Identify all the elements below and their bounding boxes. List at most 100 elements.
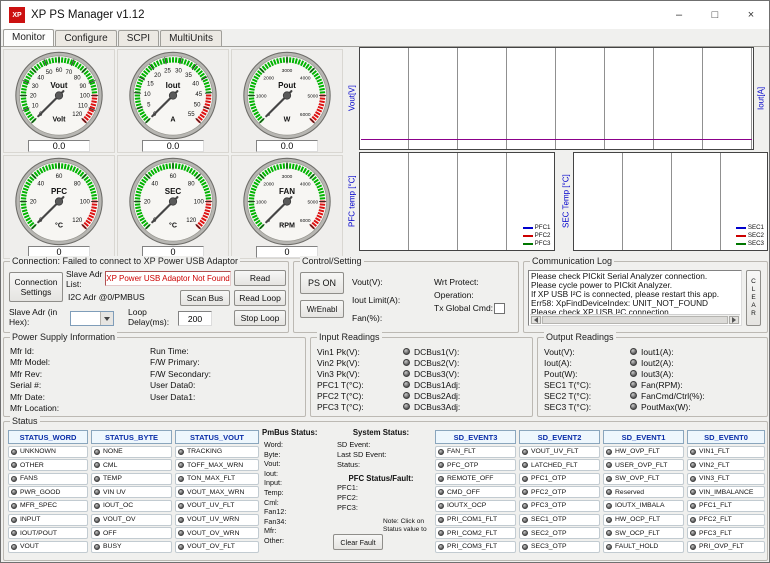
tab-multiunits[interactable]: MultiUnits bbox=[160, 30, 222, 46]
stop-loop-button[interactable]: Stop Loop bbox=[234, 310, 286, 326]
status-item-vout-uv-flt[interactable]: VOUT_UV_FLT bbox=[175, 500, 259, 512]
reading-row: Vin2 Pk(V):DCBus2(V): bbox=[313, 357, 530, 368]
status-item-temp[interactable]: TEMP bbox=[91, 473, 172, 485]
slave-adr-select[interactable] bbox=[70, 311, 114, 326]
status-item-iout-oc[interactable]: IOUT_OC bbox=[91, 500, 172, 512]
titlebar: XP XP PS Manager v1.12 – □ × bbox=[1, 1, 769, 29]
status-item-pri-com2-flt[interactable]: PRI_COM2_FLT bbox=[435, 527, 516, 539]
status-item-mfr-spec[interactable]: MFR_SPEC bbox=[8, 500, 88, 512]
status-item-vout-ov[interactable]: VOUT_OV bbox=[91, 514, 172, 526]
sd-event3-column: SD_EVENT3 FAN_FLTPFC_OTP REMOTE_OFFCMD_OFF… bbox=[435, 430, 516, 553]
status-item-iout-pout[interactable]: IOUT/POUT bbox=[8, 527, 88, 539]
status-item-pri-ovp-flt[interactable]: PRI_OVP_FLT bbox=[687, 541, 765, 553]
status-item-unknown[interactable]: UNKNOWN bbox=[8, 446, 88, 458]
status-item-vin1-flt[interactable]: VIN1_FLT bbox=[687, 446, 765, 458]
status-item-vout-max-wrn[interactable]: VOUT_MAX_WRN bbox=[175, 486, 259, 498]
status-item-ioutx-imbala[interactable]: IOUTX_IMBALA bbox=[603, 500, 684, 512]
status-item-cml[interactable]: CML bbox=[91, 459, 172, 471]
status-item-remote-off[interactable]: REMOTE_OFF bbox=[435, 473, 516, 485]
scroll-left-icon[interactable] bbox=[531, 316, 541, 324]
status-item-fans[interactable]: FANS bbox=[8, 473, 88, 485]
status-led bbox=[178, 489, 184, 495]
status-header-sd-event2[interactable]: SD_EVENT2 bbox=[519, 430, 600, 444]
write-enable-button[interactable]: WrEnabl bbox=[300, 300, 344, 318]
tab-configure[interactable]: Configure bbox=[55, 30, 116, 46]
status-item-vout-uv-flt[interactable]: VOUT_UV_FLT bbox=[519, 446, 600, 458]
status-header-sd-event3[interactable]: SD_EVENT3 bbox=[435, 430, 516, 444]
status-led bbox=[522, 517, 528, 523]
tab-monitor[interactable]: Monitor bbox=[3, 29, 54, 46]
status-header-status-vout[interactable]: STATUS_VOUT bbox=[175, 430, 259, 444]
status-item-vin-uv[interactable]: VIN UV bbox=[91, 486, 172, 498]
status-item-input[interactable]: INPUT bbox=[8, 514, 88, 526]
status-item-other[interactable]: OTHER bbox=[8, 459, 88, 471]
status-item-vin3-flt[interactable]: VIN3_FLT bbox=[687, 473, 765, 485]
gauge-dial-pfc: 020406080100120PFC°C bbox=[14, 157, 104, 246]
status-header-status-byte[interactable]: STATUS_BYTE bbox=[91, 430, 172, 444]
close-button[interactable]: × bbox=[733, 1, 769, 29]
clear-fault-button[interactable]: Clear Fault bbox=[333, 534, 383, 550]
minimize-button[interactable]: – bbox=[661, 1, 697, 29]
status-item-tracking[interactable]: TRACKING bbox=[175, 446, 259, 458]
scan-bus-button[interactable]: Scan Bus bbox=[180, 290, 230, 306]
svg-text:°C: °C bbox=[55, 221, 63, 229]
status-item-vout-ov-flt[interactable]: VOUT_OV_FLT bbox=[175, 541, 259, 553]
read-button[interactable]: Read bbox=[234, 270, 286, 286]
status-item-toff-max-wrn[interactable]: TOFF_MAX_WRN bbox=[175, 459, 259, 471]
status-item-hw-ovp-flt[interactable]: HW_OVP_FLT bbox=[603, 446, 684, 458]
status-item-pri-com1-flt[interactable]: PRI_COM1_FLT bbox=[435, 514, 516, 526]
status-item-user-ovp-flt[interactable]: USER_OVP_FLT bbox=[603, 459, 684, 471]
scroll-right-icon[interactable] bbox=[729, 316, 739, 324]
status-item-label: LATCHED_FLT bbox=[531, 462, 578, 469]
status-item-ton-max-flt[interactable]: TON_MAX_FLT bbox=[175, 473, 259, 485]
status-item-pfc3-flt[interactable]: PFC3_FLT bbox=[687, 527, 765, 539]
status-item-pfc-otp[interactable]: PFC_OTP bbox=[435, 459, 516, 471]
status-item-sw-ocp-flt[interactable]: SW_OCP_FLT bbox=[603, 527, 684, 539]
status-header-sd-event1[interactable]: SD_EVENT1 bbox=[603, 430, 684, 444]
status-item-ioutx-ocp[interactable]: IOUTX_OCP bbox=[435, 500, 516, 512]
tx-global-checkbox[interactable] bbox=[494, 303, 505, 314]
status-item-pfc3-otp[interactable]: PFC3_OTP bbox=[519, 500, 600, 512]
ps-on-button[interactable]: PS ON bbox=[300, 272, 344, 294]
status-item-fault-hold[interactable]: FAULT_HOLD bbox=[603, 541, 684, 553]
status-item-vin2-flt[interactable]: VIN2_FLT bbox=[687, 459, 765, 471]
sd-event0-column: SD_EVENT0 VIN1_FLTVIN2_FLT VIN3_FLTVIN_IMB… bbox=[687, 430, 765, 553]
app-icon: XP bbox=[9, 7, 25, 23]
scroll-thumb[interactable] bbox=[542, 316, 728, 324]
status-item-sec2-otp[interactable]: SEC2_OTP bbox=[519, 527, 600, 539]
status-header-sd-event0[interactable]: SD_EVENT0 bbox=[687, 430, 765, 444]
status-item-sec3-otp[interactable]: SEC3_OTP bbox=[519, 541, 600, 553]
status-item-hw-ocp-flt[interactable]: HW_OCP_FLT bbox=[603, 514, 684, 526]
status-item-pfc1-flt[interactable]: PFC1_FLT bbox=[687, 500, 765, 512]
read-loop-button[interactable]: Read Loop bbox=[234, 290, 286, 306]
status-item-sw-ovp-flt[interactable]: SW_OVP_FLT bbox=[603, 473, 684, 485]
status-item-pwr-good[interactable]: PWR_GOOD bbox=[8, 486, 88, 498]
status-item-pfc2-flt[interactable]: PFC2_FLT bbox=[687, 514, 765, 526]
status-led bbox=[606, 476, 612, 482]
status-item-sec1-otp[interactable]: SEC1_OTP bbox=[519, 514, 600, 526]
log-scrollbar[interactable] bbox=[530, 314, 740, 324]
status-header-status-word[interactable]: STATUS_WORD bbox=[8, 430, 88, 444]
status-item-busy[interactable]: BUSY bbox=[91, 541, 172, 553]
status-item-vout-ov-wrn[interactable]: VOUT_OV_WRN bbox=[175, 527, 259, 539]
status-item-none[interactable]: NONE bbox=[91, 446, 172, 458]
status-item-vin-imbalance[interactable]: VIN_IMBALANCE bbox=[687, 486, 765, 498]
status-item-fan-flt[interactable]: FAN_FLT bbox=[435, 446, 516, 458]
status-item-off[interactable]: OFF bbox=[91, 527, 172, 539]
tab-scpi[interactable]: SCPI bbox=[118, 30, 159, 46]
status-led bbox=[606, 517, 612, 523]
status-item-vout[interactable]: VOUT bbox=[8, 541, 88, 553]
sd-event2-column: SD_EVENT2VOUT_UV_FLTLATCHED_FLTPFC1_OTPP… bbox=[519, 430, 600, 553]
status-item-vout-uv-wrn[interactable]: VOUT_UV_WRN bbox=[175, 514, 259, 526]
status-item-reserved[interactable]: Reserved bbox=[603, 486, 684, 498]
maximize-button[interactable]: □ bbox=[697, 1, 733, 29]
loop-delay-input[interactable]: 200 bbox=[178, 311, 212, 326]
connection-settings-button[interactable]: Connection Settings bbox=[9, 272, 63, 302]
status-item-latched-flt[interactable]: LATCHED_FLT bbox=[519, 459, 600, 471]
communication-log[interactable]: Please check PICkit Serial Analyzer conn… bbox=[528, 270, 742, 326]
status-item-pfc1-otp[interactable]: PFC1_OTP bbox=[519, 473, 600, 485]
status-item-pri-com3-flt[interactable]: PRI_COM3_FLT bbox=[435, 541, 516, 553]
clear-log-button[interactable]: CLEAR bbox=[746, 270, 761, 326]
status-item-pfc2-otp[interactable]: PFC2_OTP bbox=[519, 486, 600, 498]
status-item-cmd-off[interactable]: CMD_OFF bbox=[435, 486, 516, 498]
